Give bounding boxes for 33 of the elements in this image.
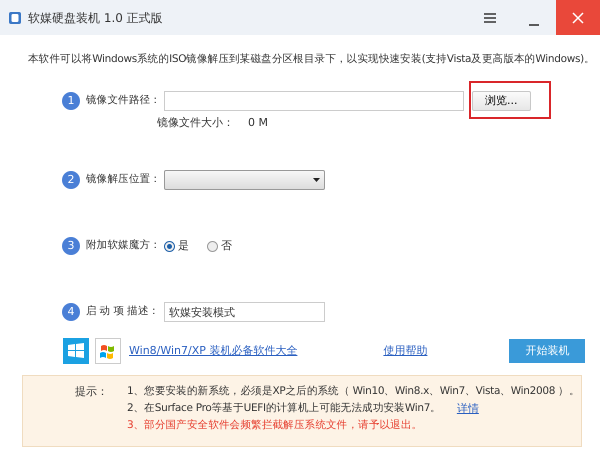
intro-text: 本软件可以将Windows系统的ISO镜像解压到某磁盘分区根目录下，以实现快速安装(支持Vista及更高版本的Windows)。 [27, 52, 596, 67]
step-number: 1 [62, 92, 80, 110]
description-field[interactable]: 软媒安装模式 [164, 302, 325, 322]
location-dropdown[interactable] [164, 170, 325, 190]
step-number: 2 [62, 171, 80, 190]
help-link[interactable]: 使用帮助 [383, 343, 428, 360]
close-icon [572, 12, 584, 24]
notice-text: 2、在Surface Pro等基于UEFI的计算机上可能无法成功安装Win7。 [127, 401, 441, 416]
field-label: 附加软媒魔方： [86, 238, 162, 254]
field-label: 镜像文件路径： [86, 92, 162, 108]
path-field[interactable] [164, 90, 464, 111]
radio-option[interactable]: 是 [164, 238, 189, 254]
size-label: 镜像文件大小： [157, 114, 234, 131]
step-number: 4 [62, 303, 80, 322]
menu-icon [484, 12, 496, 22]
notice-label: 提示： [75, 384, 109, 400]
caret-icon [313, 178, 320, 182]
browse-button[interactable]: 浏览... [472, 90, 530, 111]
field-label: 启 动 项 描述： [86, 304, 160, 320]
size-value: 0 M [248, 114, 268, 131]
warning-text: 3、部分国产安全软件会频繁拦截解压系统文件，请予以退出。 [127, 418, 422, 434]
close-button[interactable] [556, 0, 600, 35]
notice-text: 1、您要安装的新系统，必须是XP之后的系统（ Win10、Win8.x、Win7、Vista、Win2008 ）。 [127, 384, 580, 400]
window-title: 软媒硬盘装机 1.0 正式版 [28, 10, 163, 26]
radio-option[interactable]: 否 [207, 238, 232, 254]
software-link[interactable]: Win8/Win7/XP 装机必备软件大全 [129, 343, 298, 360]
details-link[interactable]: 详情 [456, 400, 479, 418]
minimize-icon [529, 24, 539, 26]
step-number: 3 [62, 237, 80, 256]
app-icon [8, 10, 22, 24]
windows-flag-icon [95, 338, 121, 364]
windows-logo-icon [63, 338, 89, 364]
field-label: 镜像解压位置： [86, 172, 162, 188]
